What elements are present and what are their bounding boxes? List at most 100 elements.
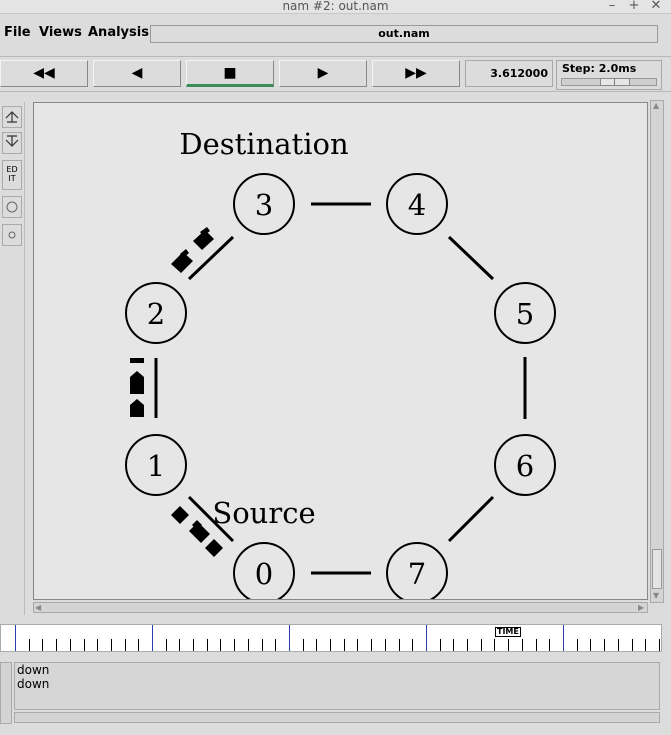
rewind-button[interactable]: ◀◀ [0,60,88,87]
source-label: Source [212,496,315,530]
timeline-tick [645,639,646,651]
node-4[interactable]: 4 [386,173,448,235]
timeline-tick [179,639,180,651]
node-tool-icon[interactable] [2,196,22,218]
menu-views[interactable]: Views [39,25,82,40]
step-control: Step: 2.0ms [556,60,662,90]
small-node-tool-icon[interactable] [2,224,22,246]
timeline-major-tick [426,625,427,651]
node-1[interactable]: 1 [125,434,187,496]
timeline-tick [399,639,400,651]
network-topology: 0 1 2 3 4 5 6 7 Destination Source [125,127,556,600]
timeline-tick [138,639,139,651]
timeline-tick [42,639,43,651]
node-0-label: 0 [255,557,273,591]
title-bar: nam #2: out.nam – + ✕ [0,0,671,14]
timeline-tick [371,639,372,651]
edit-button[interactable]: ED IT [2,160,22,190]
node-3[interactable]: 3 [233,173,295,235]
node-3-label: 3 [255,188,273,222]
scroll-right-icon[interactable]: ▶ [638,603,644,612]
scroll-left-icon[interactable]: ◀ [35,603,41,612]
zoom-out-icon[interactable] [2,132,22,154]
timeline-tick [467,639,468,651]
step-slider-thumb[interactable] [600,78,630,86]
timeline-tick [577,639,578,651]
node-4-label: 4 [408,188,426,222]
network-canvas[interactable]: 0 1 2 3 4 5 6 7 Destination Source [33,102,648,600]
timeline-major-tick [152,625,153,651]
timeline-tick [70,639,71,651]
canvas-horizontal-scrollbar[interactable]: ◀ ▶ [33,602,648,613]
timeline-tick [604,639,605,651]
node-2[interactable]: 2 [125,282,187,344]
canvas-vertical-scrollbar[interactable]: ▲ ▼ [650,100,664,603]
timeline-tick [508,639,509,651]
timeline-tick [125,639,126,651]
timeline-tick [453,639,454,651]
time-marker-label[interactable]: TIME [495,627,521,637]
timeline-tick [84,639,85,651]
window-title: nam #2: out.nam [282,0,389,13]
timeline-tick [262,639,263,651]
node-5[interactable]: 5 [494,282,556,344]
fast-forward-button[interactable]: ▶▶ [372,60,460,87]
node-6-label: 6 [516,449,534,483]
play-button[interactable]: ▶ [279,60,367,87]
packets-link-2-3 [171,227,214,273]
packets-link-2-1 [130,358,144,417]
close-icon[interactable]: ✕ [648,0,664,13]
node-5-label: 5 [516,297,534,331]
timeline-tick [632,639,633,651]
vertical-scroll-thumb[interactable] [652,549,662,589]
scroll-up-icon[interactable]: ▲ [653,101,659,110]
node-0[interactable]: 0 [233,542,295,600]
maximize-icon[interactable]: + [626,0,642,13]
timeline-tick [193,639,194,651]
node-7[interactable]: 7 [386,542,448,600]
timeline-tick [659,639,660,651]
timeline-tick [590,639,591,651]
timeline-tick [316,639,317,651]
timeline-tick [303,639,304,651]
log-horizontal-scrollbar[interactable] [14,712,660,723]
link-6-7[interactable] [447,495,495,543]
step-back-button[interactable]: ◀ [93,60,181,87]
node-7-label: 7 [408,557,426,591]
timeline-tick [481,639,482,651]
timeline-tick [207,639,208,651]
current-time-display: 3.612000 [465,60,553,87]
node-2-label: 2 [147,297,165,331]
step-label: Step: 2.0ms [562,62,637,75]
timeline-tick [29,639,30,651]
timeline-tick [618,639,619,651]
timeline-slider[interactable]: TIME [0,624,662,652]
stop-button[interactable]: ■ [186,60,274,87]
timeline-tick [385,639,386,651]
menu-file[interactable]: File [4,25,31,40]
timeline-tick [275,639,276,651]
timeline-tick [522,639,523,651]
timeline-tick [330,639,331,651]
log-line: down [17,663,50,677]
timeline-tick [344,639,345,651]
timeline-tick [97,639,98,651]
scroll-down-icon[interactable]: ▼ [653,591,659,600]
timeline-major-tick [15,625,16,651]
log-panel: down down [14,662,660,710]
log-line: down [17,677,50,691]
timeline-tick [248,639,249,651]
log-vertical-scrollbar[interactable] [0,662,12,724]
minimize-icon[interactable]: – [604,0,620,13]
link-4-5[interactable] [447,235,495,281]
step-slider[interactable] [561,78,657,86]
destination-label: Destination [179,127,348,161]
timeline-tick [549,639,550,651]
timeline-major-tick [289,625,290,651]
timeline-tick [56,639,57,651]
zoom-in-icon[interactable] [2,106,22,128]
timeline-tick [494,639,495,651]
timeline-tick [220,639,221,651]
node-6[interactable]: 6 [494,434,556,496]
menu-analysis[interactable]: Analysis [88,25,149,40]
